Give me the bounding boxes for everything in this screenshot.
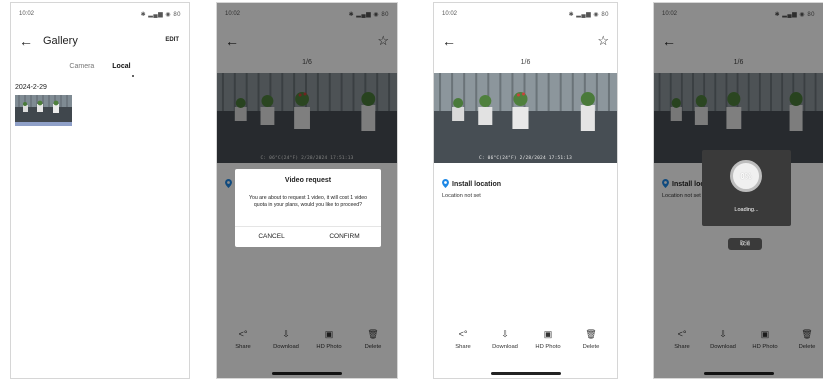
app-bar: ← ☆ bbox=[434, 31, 617, 55]
delete-button[interactable]: 🗑 Delete bbox=[566, 328, 616, 350]
photo-timestamp: C: 06°C(24°F) 2/28/2024 17:51:13 bbox=[478, 156, 573, 161]
camera-photo: C: 06°C(24°F) 2/28/2024 17:51:13 bbox=[434, 73, 617, 163]
tab-local[interactable]: Local bbox=[112, 63, 130, 70]
progress-percent: 0% bbox=[740, 172, 752, 181]
share-label: Share bbox=[455, 344, 471, 350]
bottom-toolbar: <° Share ⇩ Download ▣ HD Photo 🗑 Delete bbox=[434, 328, 617, 358]
dialog-message: You are about to request 1 video, it wil… bbox=[248, 195, 368, 208]
location-title: Install location bbox=[452, 181, 502, 188]
phone-screen-video-request: 10:02 ✱ ▂▄▆ ◉ 80 ← ☆ 1/6 C: 06°C(24°F) 2… bbox=[216, 2, 398, 379]
thumbnail-image bbox=[15, 95, 72, 126]
video-request-dialog: Video request You are about to request 1… bbox=[235, 169, 381, 247]
edit-button[interactable]: EDIT bbox=[165, 37, 179, 43]
trash-icon: 🗑 bbox=[585, 329, 597, 339]
phone-screen-photo-detail: 10:02 ✱ ▂▄▆ ◉ 80 ← ☆ 1/6 C: 06°C(24°F) 2… bbox=[433, 2, 618, 379]
status-time: 10:02 bbox=[19, 11, 35, 17]
arrow-left-icon[interactable]: ← bbox=[442, 33, 456, 49]
page-title: Gallery bbox=[43, 35, 78, 47]
status-bar: 10:02 ✱ ▂▄▆ ◉ 80 bbox=[19, 9, 181, 21]
loading-label: Loading... bbox=[734, 207, 759, 213]
cancel-loading-button[interactable]: 取消 bbox=[728, 238, 762, 250]
cancel-button[interactable]: CANCEL bbox=[235, 233, 308, 240]
confirm-button[interactable]: CONFIRM bbox=[308, 233, 381, 240]
dialog-buttons: CANCEL CONFIRM bbox=[235, 226, 381, 247]
camera-image bbox=[434, 73, 617, 163]
source-tabs: Camera Local bbox=[11, 63, 189, 77]
status-bar: 10:02 ✱ ▂▄▆ ◉ 80 bbox=[442, 9, 609, 21]
phone-screen-gallery: 10:02 ✱ ▂▄▆ ◉ 80 ← Gallery EDIT Camera L… bbox=[10, 2, 190, 379]
loading-dialog: 0% Loading... bbox=[702, 150, 791, 226]
photo-counter: 1/6 bbox=[520, 59, 531, 66]
tab-camera[interactable]: Camera bbox=[69, 63, 94, 70]
delete-label: Delete bbox=[582, 344, 600, 350]
location-subtitle: Location not set bbox=[442, 193, 481, 199]
status-icons: ✱ ▂▄▆ ◉ 80 bbox=[568, 12, 609, 18]
progress-ring: 0% bbox=[730, 160, 762, 192]
download-label: Download bbox=[492, 344, 518, 350]
active-tab-indicator bbox=[132, 75, 134, 77]
dialog-title: Video request bbox=[284, 177, 332, 184]
app-bar: ← Gallery EDIT bbox=[11, 31, 189, 55]
photo-thumbnail[interactable] bbox=[15, 95, 72, 126]
date-header: 2024-2-29 bbox=[15, 84, 47, 91]
location-pin-icon bbox=[442, 179, 449, 188]
hd-photo-label: HD Photo bbox=[535, 344, 561, 350]
status-icons: ✱ ▂▄▆ ◉ 80 bbox=[140, 12, 181, 18]
home-indicator bbox=[490, 372, 561, 375]
star-icon[interactable]: ☆ bbox=[597, 33, 609, 49]
phone-screen-loading: 10:02 ✱ ▂▄▆ ◉ 80 ← 1/6 Install location … bbox=[653, 2, 823, 379]
status-time: 10:02 bbox=[442, 11, 458, 17]
arrow-left-icon[interactable]: ← bbox=[19, 33, 33, 49]
install-location: Install location Location not set bbox=[442, 179, 501, 199]
